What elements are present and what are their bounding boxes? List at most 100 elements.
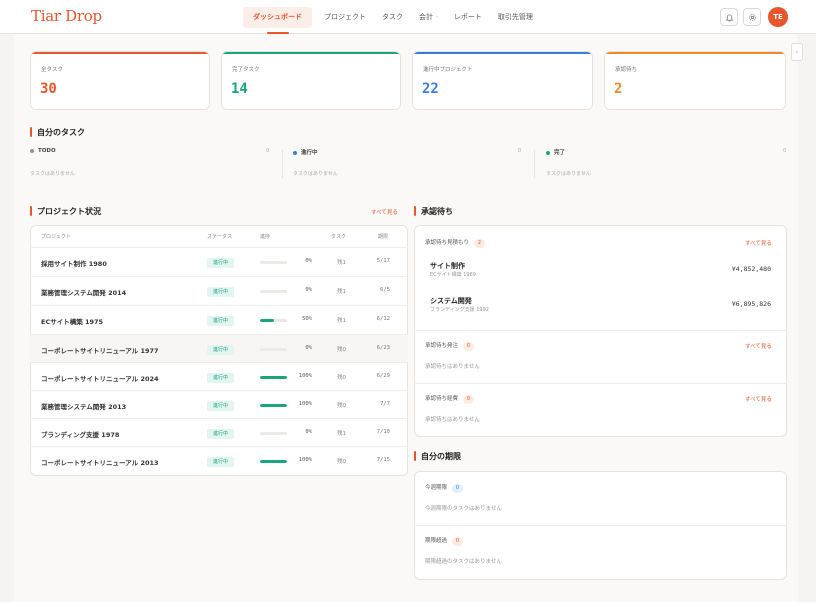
stat-accent-bar <box>605 52 785 54</box>
status-dot <box>30 148 34 153</box>
table-row[interactable]: コーポレートサイトリニューアル 2024 進行中 100% 残0 6/29 <box>30 362 408 391</box>
stat-card-pending-approval[interactable]: 承認待ち 2 <box>604 51 786 110</box>
estimates-see-all-link[interactable]: すべて見る <box>745 239 772 247</box>
stat-card-all-tasks[interactable]: 全タスク 30 <box>30 51 210 110</box>
section-divider <box>414 525 787 526</box>
project-name: 業務管理システム開発 2014 <box>41 289 127 297</box>
status-badge: 進行中 <box>207 316 235 326</box>
project-name: ECサイト構築 1975 <box>41 318 104 326</box>
due-date: 7/10 <box>376 429 390 435</box>
estimate-amount: ¥6,895,826 <box>731 300 771 308</box>
empty-message: 今週期限のタスクはありません <box>425 506 502 512</box>
task-column-todo: TODO 0 タスクはありません <box>30 148 270 182</box>
projects-see-all-link[interactable]: すべて見る <box>371 208 398 216</box>
stat-label: 進行中プロジェクト <box>423 67 473 73</box>
table-header-progress: 進捗 <box>260 234 271 240</box>
nav-dashboard[interactable]: ダッシュボード <box>243 7 312 34</box>
status-badge: 進行中 <box>207 287 235 297</box>
bell-icon <box>725 13 733 22</box>
progress-percent: 50% <box>302 316 312 322</box>
empty-message: タスクはありません <box>546 171 591 177</box>
overdue-header: 期限超過 0 <box>425 536 464 546</box>
stat-card-done-tasks[interactable]: 完了タスク 14 <box>221 51 401 110</box>
user-avatar[interactable]: TE <box>768 7 788 27</box>
nav-tasks[interactable]: タスク <box>374 7 411 28</box>
settings-button[interactable] <box>743 8 761 26</box>
empty-message: タスクはありません <box>293 171 338 177</box>
nav-reports[interactable]: レポート <box>446 7 490 28</box>
project-name: コーポレートサイトリニューアル 2024 <box>41 375 159 383</box>
progress-percent: 0% <box>305 287 312 293</box>
progress-bar <box>260 290 287 293</box>
due-date: 6/5 <box>380 287 390 293</box>
status-badge: 進行中 <box>207 401 235 411</box>
this-week-label: 今週期限 <box>425 485 448 491</box>
table-header-status: ステータス <box>207 234 233 240</box>
sidebar-toggle[interactable]: ‹ <box>791 43 803 61</box>
count-badge: 0 <box>452 484 464 493</box>
nav-clients[interactable]: 取引先管理 <box>490 7 541 28</box>
nav-accounting[interactable]: 会計 · <box>411 7 446 28</box>
project-name: コーポレートサイトリニューアル 1977 <box>41 347 159 355</box>
empty-message: 承認待ちはありません <box>425 417 480 423</box>
count-badge: 0 <box>452 537 464 546</box>
main-nav: ダッシュボード プロジェクト タスク 会計 · レポート 取引先管理 <box>243 7 541 34</box>
progress-bar <box>260 432 287 435</box>
nav-projects[interactable]: プロジェクト <box>316 7 374 28</box>
progress-bar <box>260 261 287 264</box>
task-column-label: 進行中 <box>301 150 318 156</box>
table-row[interactable]: 業務管理システム開発 2014 進行中 0% 残1 6/5 <box>30 276 408 305</box>
project-name: 採用サイト制作 1980 <box>41 260 107 268</box>
estimate-title[interactable]: サイト制作 <box>430 261 465 271</box>
top-bar: Tiar Drop ダッシュボード プロジェクト タスク 会計 · レポート 取引… <box>0 0 816 34</box>
table-row[interactable]: コーポレートサイトリニューアル 1977 進行中 0% 残0 6/23 <box>30 334 408 363</box>
status-dot <box>293 150 297 155</box>
pending-estimates-header: 承認待ち見積もり 2 <box>425 238 486 248</box>
stat-accent-bar <box>31 52 209 54</box>
task-column-header: TODO <box>30 148 56 154</box>
status-badge: 進行中 <box>207 345 235 355</box>
notification-button[interactable] <box>720 8 738 26</box>
progress-percent: 0% <box>305 429 312 435</box>
table-row[interactable]: ブランディング支援 1978 進行中 0% 残1 7/10 <box>30 418 408 447</box>
remaining-tasks: 残1 <box>337 318 346 324</box>
app-logo[interactable]: Tiar Drop <box>31 7 102 25</box>
status-badge: 進行中 <box>207 258 235 268</box>
stat-value: 14 <box>231 81 248 97</box>
progress-fill <box>260 404 287 407</box>
remaining-tasks: 残0 <box>337 459 346 465</box>
table-header-tasks: タスク <box>331 234 347 240</box>
progress-bar <box>260 460 287 463</box>
deadlines-title: 自分の期限 <box>414 451 461 462</box>
remaining-tasks: 残0 <box>337 403 346 409</box>
table-row[interactable]: ECサイト構築 1975 進行中 50% 残1 6/12 <box>30 305 408 334</box>
table-row[interactable]: 業務管理システム開発 2013 進行中 100% 残0 7/7 <box>30 390 408 419</box>
status-badge: 進行中 <box>207 429 235 439</box>
due-date: 5/17 <box>376 258 390 264</box>
task-column-done: 完了 0 タスクはありません <box>546 148 790 182</box>
table-row[interactable]: コーポレートサイトリニューアル 2013 進行中 100% 残0 7/15 <box>30 446 408 475</box>
stat-label: 完了タスク <box>232 67 260 73</box>
chevron-down-icon: · <box>436 14 438 21</box>
count-badge: 0 <box>463 342 475 351</box>
task-count: 0 <box>518 148 522 154</box>
stat-card-active-projects[interactable]: 進行中プロジェクト 22 <box>412 51 593 110</box>
table-row[interactable]: 採用サイト制作 1980 進行中 0% 残1 5/17 <box>30 247 408 276</box>
count-badge: 2 <box>474 239 486 248</box>
expenses-see-all-link[interactable]: すべて見る <box>745 395 772 403</box>
orders-see-all-link[interactable]: すべて見る <box>745 342 772 350</box>
progress-bar <box>260 404 287 407</box>
progress-fill <box>260 319 274 322</box>
progress-fill <box>260 376 287 379</box>
table-header-due: 期限 <box>378 234 389 240</box>
task-column-in-progress: 進行中 0 タスクはありません <box>293 148 523 182</box>
stat-label: 承認待ち <box>615 67 638 73</box>
project-name: 業務管理システム開発 2013 <box>41 403 127 411</box>
stat-accent-bar <box>222 52 400 54</box>
pending-estimates-label: 承認待ち見積もり <box>425 240 470 246</box>
estimate-title[interactable]: システム開発 <box>430 296 472 306</box>
progress-percent: 100% <box>298 457 312 463</box>
progress-percent: 0% <box>305 345 312 351</box>
progress-fill <box>260 460 287 463</box>
task-count: 0 <box>783 148 787 154</box>
